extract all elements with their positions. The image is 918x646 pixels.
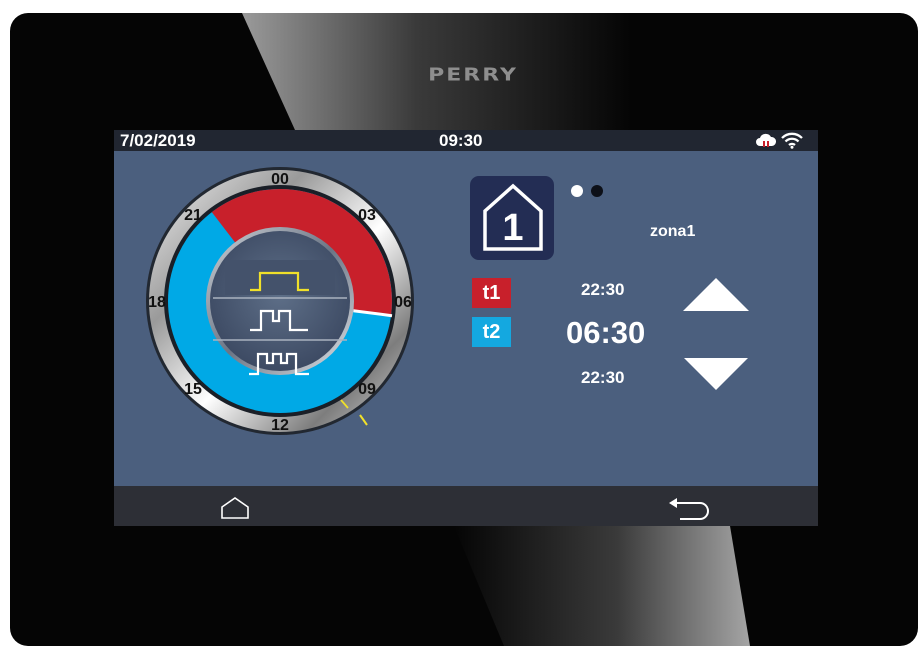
t1-band-badge[interactable]: t1 [472,278,511,308]
zone-name: zona1 [650,223,696,240]
hour-label-03: 03 [358,207,376,224]
hour-label-18: 18 [148,294,166,311]
page-indicator [571,185,603,197]
back-icon[interactable] [668,497,714,521]
band-time-lower: 22:30 [581,368,625,387]
brand-logo: PERRY [428,65,518,86]
hour-label-09: 09 [358,381,376,398]
zone-number: 1 [502,207,523,249]
current-time-marker [359,414,368,426]
hour-label-12: 12 [271,417,289,434]
program-option-1[interactable] [225,260,335,295]
status-bar: 7/02/2019 09:30 [114,130,818,151]
zone-home-icon[interactable]: 1 [470,176,554,260]
thermostat-screen: 7/02/2019 09:30 00 03 06 09 12 15 18 21 … [114,130,818,526]
hour-label-21: 21 [184,207,202,224]
band-time-selected[interactable]: 06:30 [566,315,645,351]
cloud-alert-icon [756,133,777,147]
navigation-bar [114,486,818,526]
timer-dial[interactable]: 00 03 06 09 12 15 18 21 [145,166,415,436]
hour-label-15: 15 [184,381,202,398]
increase-arrow-icon[interactable] [681,277,751,313]
hour-label-06: 06 [394,294,412,311]
hour-label-00: 00 [271,171,289,188]
status-clock: 09:30 [439,131,483,150]
home-icon[interactable] [219,496,251,520]
t2-band-badge[interactable]: t2 [472,317,511,347]
status-date: 7/02/2019 [120,131,196,150]
wifi-icon [781,132,803,149]
decrease-arrow-icon[interactable] [683,357,749,391]
band-time-upper: 22:30 [581,280,625,299]
